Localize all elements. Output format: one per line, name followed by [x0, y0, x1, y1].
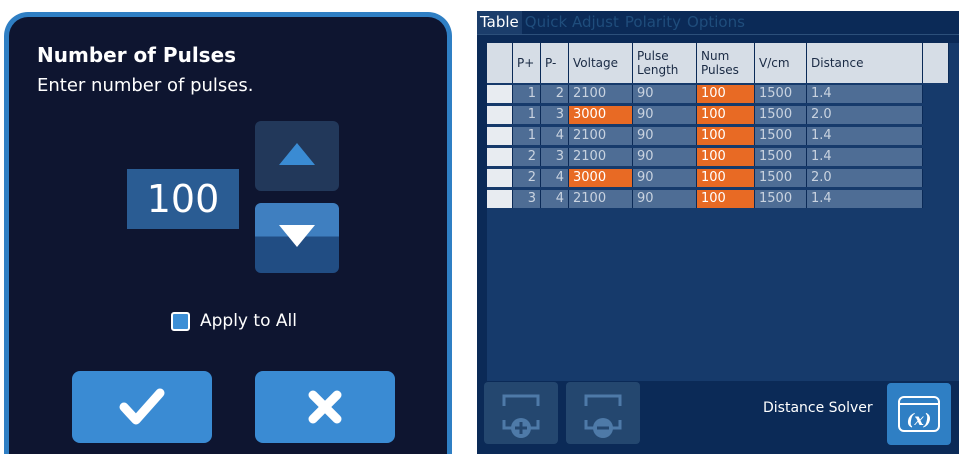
- remove-row-icon: [584, 394, 622, 438]
- table-row[interactable]: 1 3 3000 90 100 1500 2.0: [487, 106, 923, 124]
- p-minus-cell[interactable]: 4: [541, 190, 569, 208]
- add-row-button[interactable]: [484, 382, 558, 444]
- checkmark-icon: [119, 388, 165, 425]
- table-row[interactable]: 3 4 2100 90 100 1500 1.4: [487, 190, 923, 208]
- voltage-cell[interactable]: 2100: [569, 148, 633, 166]
- header-num-pulses: Num Pulses: [697, 43, 755, 83]
- num-pulses-cell[interactable]: 100: [697, 190, 755, 208]
- tab-polarity[interactable]: Polarity: [621, 11, 685, 34]
- remove-row-button[interactable]: [566, 382, 640, 444]
- header-p-minus: P-: [541, 43, 569, 83]
- v-cm-cell[interactable]: 1500: [755, 85, 807, 103]
- voltage-cell[interactable]: 2100: [569, 190, 633, 208]
- p-plus-cell[interactable]: 2: [513, 148, 541, 166]
- num-pulses-cell[interactable]: 100: [697, 85, 755, 103]
- p-plus-cell[interactable]: 3: [513, 190, 541, 208]
- decrement-button[interactable]: [255, 203, 339, 273]
- row-select-cell[interactable]: [487, 127, 513, 145]
- pulse-table: P+ P- Voltage Pulse Length Num Pulses V/cm…: [487, 43, 959, 381]
- row-select-cell[interactable]: [487, 148, 513, 166]
- p-minus-cell[interactable]: 3: [541, 148, 569, 166]
- row-select-cell[interactable]: [487, 190, 513, 208]
- table-row[interactable]: 1 2 2100 90 100 1500 1.4: [487, 85, 923, 103]
- distance-cell[interactable]: 2.0: [807, 169, 923, 187]
- p-minus-cell[interactable]: 4: [541, 169, 569, 187]
- row-select-cell[interactable]: [487, 169, 513, 187]
- num-pulses-cell[interactable]: 100: [697, 127, 755, 145]
- triangle-up-icon: [279, 143, 315, 165]
- pulse-count-value[interactable]: 100: [127, 169, 239, 229]
- voltage-cell[interactable]: 2100: [569, 85, 633, 103]
- apply-to-all-label: Apply to All: [200, 311, 297, 331]
- table-row[interactable]: 2 4 3000 90 100 1500 2.0: [487, 169, 923, 187]
- distance-cell[interactable]: 1.4: [807, 85, 923, 103]
- header-v-cm: V/cm: [755, 43, 807, 83]
- dialog-subtitle: Enter number of pulses.: [37, 75, 254, 96]
- v-cm-cell[interactable]: 1500: [755, 106, 807, 124]
- pulse-length-cell[interactable]: 90: [633, 169, 697, 187]
- p-minus-cell[interactable]: 2: [541, 85, 569, 103]
- distance-solver-label: Distance Solver: [763, 400, 873, 416]
- header-p-plus: P+: [513, 43, 541, 83]
- num-pulses-cell[interactable]: 100: [697, 106, 755, 124]
- pulse-table-panel: Table Quick Adjust Polarity Options P+ P…: [477, 11, 959, 454]
- pulse-length-cell[interactable]: 90: [633, 190, 697, 208]
- dialog-title: Number of Pulses: [37, 43, 237, 67]
- cancel-button[interactable]: [255, 371, 395, 443]
- header-distance: Distance: [807, 43, 923, 83]
- table-row[interactable]: 1 4 2100 90 100 1500 1.4: [487, 127, 923, 145]
- voltage-cell[interactable]: 3000: [569, 169, 633, 187]
- row-select-cell[interactable]: [487, 85, 513, 103]
- voltage-cell[interactable]: 3000: [569, 106, 633, 124]
- solver-icon-text: (x): [907, 410, 932, 429]
- tab-quick-adjust[interactable]: Quick Adjust: [521, 11, 622, 34]
- distance-solver-button[interactable]: (x): [887, 383, 951, 445]
- distance-cell[interactable]: 1.4: [807, 190, 923, 208]
- header-pulse-length: Pulse Length: [633, 43, 697, 83]
- table-row[interactable]: 2 3 2100 90 100 1500 1.4: [487, 148, 923, 166]
- header-select: [487, 43, 513, 83]
- function-x-icon: (x): [898, 396, 940, 432]
- table-header: P+ P- Voltage Pulse Length Num Pulses V/cm…: [487, 43, 949, 83]
- distance-cell[interactable]: 1.4: [807, 148, 923, 166]
- pulse-length-cell[interactable]: 90: [633, 148, 697, 166]
- pulse-length-cell[interactable]: 90: [633, 127, 697, 145]
- v-cm-cell[interactable]: 1500: [755, 127, 807, 145]
- checkbox-icon[interactable]: [171, 311, 190, 331]
- voltage-cell[interactable]: 2100: [569, 127, 633, 145]
- table-body: 1 2 2100 90 100 1500 1.4 1 3 3000 90 100 1500 2.0 1 4 21…: [487, 85, 923, 211]
- header-voltage: Voltage: [569, 43, 633, 83]
- v-cm-cell[interactable]: 1500: [755, 169, 807, 187]
- distance-cell[interactable]: 1.4: [807, 127, 923, 145]
- p-plus-cell[interactable]: 1: [513, 127, 541, 145]
- p-plus-cell[interactable]: 1: [513, 85, 541, 103]
- pulse-length-cell[interactable]: 90: [633, 85, 697, 103]
- v-cm-cell[interactable]: 1500: [755, 190, 807, 208]
- p-minus-cell[interactable]: 3: [541, 106, 569, 124]
- v-cm-cell[interactable]: 1500: [755, 148, 807, 166]
- tab-table[interactable]: Table: [477, 11, 522, 34]
- confirm-button[interactable]: [72, 371, 212, 443]
- p-plus-cell[interactable]: 1: [513, 106, 541, 124]
- triangle-down-icon: [279, 225, 315, 247]
- num-pulses-cell[interactable]: 100: [697, 169, 755, 187]
- add-row-icon: [502, 394, 540, 438]
- close-icon: [308, 390, 342, 424]
- tab-divider: [477, 34, 959, 35]
- header-extra: [923, 43, 949, 83]
- tab-options[interactable]: Options: [684, 11, 748, 34]
- p-minus-cell[interactable]: 4: [541, 127, 569, 145]
- pulse-length-cell[interactable]: 90: [633, 106, 697, 124]
- apply-to-all-checkbox[interactable]: Apply to All: [171, 311, 297, 331]
- row-select-cell[interactable]: [487, 106, 513, 124]
- distance-cell[interactable]: 2.0: [807, 106, 923, 124]
- tab-bar: Table Quick Adjust Polarity Options: [477, 11, 748, 34]
- p-plus-cell[interactable]: 2: [513, 169, 541, 187]
- number-of-pulses-dialog: Number of Pulses Enter number of pulses.…: [4, 12, 452, 454]
- increment-button[interactable]: [255, 121, 339, 191]
- num-pulses-cell[interactable]: 100: [697, 148, 755, 166]
